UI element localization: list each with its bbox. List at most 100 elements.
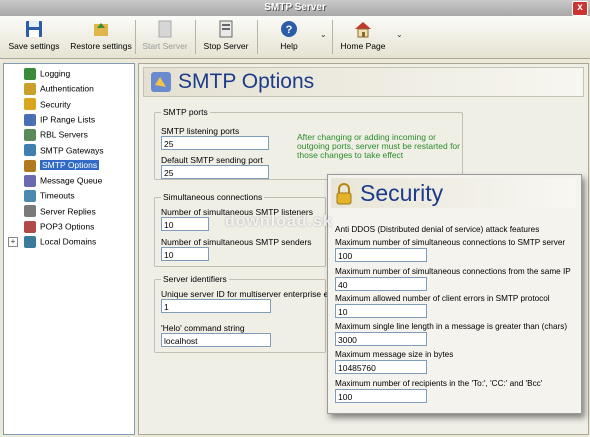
tree-item[interactable]: Timeouts: [24, 188, 75, 203]
tree-item-label: Server Replies: [40, 205, 96, 216]
max-recipients-field[interactable]: 100: [335, 389, 427, 403]
toolbar-separator: [257, 20, 258, 54]
tree-item-label: RBL Servers: [40, 129, 88, 140]
floppy-disk-icon: [26, 21, 42, 37]
expand-local-domains-toggle[interactable]: +: [8, 237, 18, 248]
help-label: Help: [280, 41, 298, 51]
close-button[interactable]: x: [572, 1, 588, 16]
window-title: SMTP Server: [264, 2, 326, 13]
max-same-ip-label: Maximum number of simultaneous connectio…: [335, 267, 571, 276]
listening-ports-field[interactable]: 25: [161, 136, 269, 150]
max-line-length-label: Maximum single line length in a message …: [335, 322, 568, 331]
senders-label: Number of simultaneous SMTP senders: [161, 237, 312, 247]
tree-item-label: Authentication: [40, 83, 94, 94]
max-message-size-label: Maximum message size in bytes: [335, 350, 454, 359]
identifiers-group-label: Server identifiers: [161, 274, 229, 284]
watermark: download.sk: [225, 213, 333, 230]
tree-item-label: SMTP Gateways: [40, 144, 104, 155]
tree-item[interactable]: SMTP Gateways: [24, 143, 104, 158]
lock-icon: [24, 98, 36, 111]
security-title: Security: [360, 180, 444, 206]
max-recipients-label: Maximum number of recipients in the 'To:…: [335, 379, 543, 388]
mailbox-icon: [24, 220, 36, 233]
page-title: SMTP Options: [178, 70, 315, 93]
tree-item-label: SMTP Options: [40, 160, 100, 171]
max-same-ip-field[interactable]: 40: [335, 277, 427, 291]
home-dropdown-arrow[interactable]: ⌄: [396, 30, 403, 39]
reply-icon: [24, 205, 36, 218]
tree-item[interactable]: SMTP Options: [24, 158, 100, 173]
helo-label: 'Helo' command string: [161, 323, 245, 333]
listeners-field[interactable]: 10: [161, 217, 209, 231]
tree-item-label: Local Domains: [40, 236, 97, 247]
stop-server-button[interactable]: Stop Server: [200, 16, 252, 58]
log-icon: [24, 67, 36, 80]
toolbar-separator: [135, 20, 136, 54]
tree-item-label: POP3 Options: [40, 221, 95, 232]
domain-icon: [24, 236, 36, 249]
restore-settings-label: Restore settings: [70, 41, 132, 51]
listening-ports-label: SMTP listening ports: [161, 126, 240, 136]
max-client-errors-label: Maximum allowed number of client errors …: [335, 294, 550, 303]
server-id-field[interactable]: 1: [161, 299, 271, 313]
connections-group-label: Simultaneous connections: [161, 192, 265, 202]
ddos-section-label: Anti DDOS (Distributed denial of service…: [335, 225, 540, 234]
server-icon: [24, 128, 36, 141]
tree-item[interactable]: Logging: [24, 66, 70, 81]
tree-item-label: Security: [40, 98, 71, 109]
restart-hint-line-3: those changes to take effect: [297, 150, 404, 160]
sending-port-field[interactable]: 25: [161, 165, 269, 179]
save-settings-button[interactable]: Save settings: [8, 16, 60, 58]
tree-item[interactable]: Authentication: [24, 81, 94, 96]
security-header: Security: [331, 178, 576, 208]
max-connections-field[interactable]: 100: [335, 248, 427, 262]
queue-icon: [24, 174, 36, 187]
options-icon: [151, 72, 171, 92]
tree-item[interactable]: Local Domains: [24, 234, 96, 249]
start-server-label: Start Server: [142, 41, 188, 51]
max-client-errors-field[interactable]: 10: [335, 304, 427, 318]
restore-settings-button[interactable]: Restore settings: [70, 16, 132, 58]
max-message-size-field[interactable]: 10485760: [335, 360, 427, 374]
navigation-tree: Logging Authentication Security IP Range Li…: [3, 63, 135, 435]
start-server-button[interactable]: Start Server: [140, 16, 190, 58]
tree-item[interactable]: Server Replies: [24, 204, 96, 219]
help-button[interactable]: ? Help: [267, 16, 311, 58]
list-icon: [24, 113, 36, 126]
max-line-length-field[interactable]: 3000: [335, 332, 427, 346]
tree-item[interactable]: POP3 Options: [24, 219, 94, 234]
home-page-button[interactable]: Home Page: [338, 16, 388, 58]
options-icon: [24, 159, 36, 172]
sending-port-label: Default SMTP sending port: [161, 155, 263, 165]
tree-item-label: IP Range Lists: [40, 114, 96, 125]
stop-server-icon: [219, 20, 233, 38]
tree-item[interactable]: IP Range Lists: [24, 112, 95, 127]
title-bar: SMTP Server x: [0, 0, 590, 17]
toolbar-separator: [332, 20, 333, 54]
gateway-icon: [24, 144, 36, 157]
key-icon: [24, 83, 36, 96]
tree-item[interactable]: Message Queue: [24, 173, 102, 188]
clock-icon: [24, 190, 36, 203]
tree-item-label: Message Queue: [40, 175, 103, 186]
security-panel-overlay: Security Anti DDOS (Distributed denial o…: [327, 174, 582, 414]
home-page-label: Home Page: [340, 41, 386, 51]
server-id-label: Unique server ID for multiserver enterpr…: [161, 289, 333, 299]
tree-item[interactable]: Security: [24, 97, 71, 112]
help-dropdown-arrow[interactable]: ⌄: [320, 30, 327, 39]
stop-server-label: Stop Server: [203, 41, 249, 51]
senders-field[interactable]: 10: [161, 247, 209, 261]
tree-item-label: Logging: [40, 68, 71, 79]
save-settings-label: Save settings: [8, 41, 60, 51]
helo-field[interactable]: localhost: [161, 333, 271, 347]
home-icon: [355, 22, 371, 38]
help-icon: ?: [281, 21, 297, 37]
toolbar: Save settings Restore settings Start Ser…: [0, 16, 590, 59]
restore-icon: [94, 23, 108, 36]
start-server-icon: [158, 20, 172, 38]
smtp-ports-group-label: SMTP ports: [161, 107, 210, 117]
panel-header: SMTP Options: [143, 67, 584, 97]
toolbar-separator: [195, 20, 196, 54]
svg-text:?: ?: [286, 24, 293, 36]
tree-item[interactable]: RBL Servers: [24, 127, 88, 142]
